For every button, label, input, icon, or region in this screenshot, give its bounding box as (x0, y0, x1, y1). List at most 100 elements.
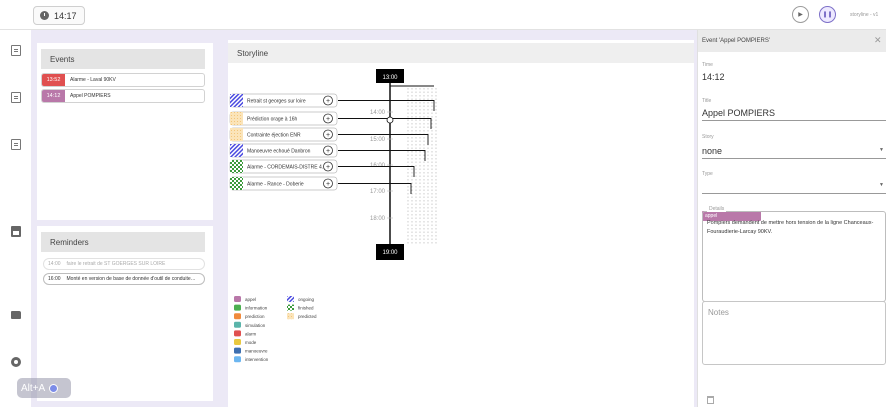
add-event-glyph: + (326, 116, 330, 123)
left-sidebar (0, 30, 31, 407)
legend-type-swatch (234, 296, 241, 302)
reminder-text: faire le retrait de ST GOERGES SUR LOIRE (66, 261, 166, 267)
timeline-start-label: 13:00 (382, 75, 398, 81)
details-text: Pompiers demandent de mettre hors tensio… (707, 220, 874, 235)
story-pattern-swatch (230, 112, 243, 125)
time-label: Time (702, 62, 713, 68)
legend-status-label: predicted (298, 314, 317, 319)
import-document-icon[interactable] (11, 92, 21, 103)
story-pattern-swatch (230, 128, 243, 141)
legend-type-label: mode (245, 340, 257, 345)
open-folder-icon[interactable] (11, 311, 21, 319)
title-field[interactable]: Appel POMPIERS (702, 108, 775, 118)
event-time: 13:52 (42, 74, 65, 86)
reminder-text: Monté en version de base de donnée d'out… (66, 276, 196, 282)
shortcut-icon (49, 383, 59, 393)
add-event-glyph: + (326, 164, 330, 171)
type-label: Type (702, 171, 713, 177)
reminders-title: Reminders (41, 232, 205, 252)
story-chevron-down-icon[interactable]: ▼ (879, 147, 884, 153)
add-event-glyph: + (326, 132, 330, 139)
legend-status-label: ongoing (298, 297, 315, 302)
type-chevron-down-icon[interactable]: ▼ (879, 182, 884, 188)
event-title: Appel POMPIERS (70, 93, 111, 99)
legend-status-swatch (287, 304, 294, 311)
reminder-item[interactable]: 14:00 faire le retrait de ST GOERGES SUR… (43, 258, 205, 270)
event-item[interactable]: 14:12 Appel POMPIERS (41, 89, 205, 103)
hour-tick-label: 17:00 (370, 189, 386, 195)
time-field[interactable]: 14:12 (702, 72, 725, 82)
legend-type-label: information (245, 306, 268, 311)
current-time: 14:17 (54, 10, 77, 21)
story-connector (338, 118, 432, 129)
event-detail-title: Event 'Appel POMPIERS' (698, 30, 886, 52)
current-time-chip[interactable]: 14:17 (33, 6, 85, 25)
story-label: Prédiction orage à 16h (247, 117, 298, 123)
legend-type-label: intervention (245, 357, 269, 362)
event-node (386, 116, 394, 124)
title-underline (702, 120, 886, 121)
story-pattern-swatch (230, 177, 243, 190)
events-panel: Events 13:52 Alarme - Laval 90KV 14:12 A… (37, 43, 213, 220)
top-bar: 14:17 ▶ ❚❚ storyline - v1 (0, 0, 886, 30)
play-icon: ▶ (798, 12, 803, 18)
story-label: Contrainte éjection ENR (247, 133, 301, 139)
export-pdf-icon[interactable] (11, 139, 21, 150)
settings-gear-icon[interactable] (11, 357, 21, 367)
add-event-glyph: + (326, 181, 330, 188)
story-connector (338, 100, 435, 111)
story-label: Retrait st georges sur loire (247, 99, 306, 105)
notes-textarea[interactable] (702, 301, 886, 365)
storyline-graph: 13:00 19:00 14:00 15:00 16:00 17:00 18:00 Retra… (229, 69, 437, 363)
legend-status-swatch (287, 296, 294, 302)
story-label: Story (702, 134, 714, 140)
story-label: Manoeuvre echoué Danbron (247, 149, 311, 155)
story-label: Alarme - CORDEMAIS-DISTRE 4… (247, 165, 327, 171)
story-pattern-swatch (230, 144, 243, 157)
events-title: Events (41, 49, 205, 69)
close-icon[interactable]: ✕ (874, 35, 882, 46)
details-label: Details (707, 206, 727, 212)
hour-tick-label: 14:00 (370, 110, 386, 116)
story-underline (702, 158, 886, 159)
add-event-glyph: + (326, 148, 330, 155)
legend-type-swatch (234, 330, 241, 337)
event-time: 14:12 (42, 90, 65, 102)
storyline-panel: Storyline 13:00 19:00 14:00 15:00 16:00 17:00… (228, 40, 694, 407)
reminder-item[interactable]: 16:00 Monté en version de base de donnée… (43, 273, 205, 285)
legend-type-swatch (234, 347, 241, 354)
alt-shortcut-badge[interactable]: Alt+A (17, 378, 71, 398)
story-select[interactable]: none (702, 146, 722, 156)
reminder-time: 14:00 (48, 261, 61, 267)
title-label: Title (702, 98, 712, 104)
event-item[interactable]: 13:52 Alarme - Laval 90KV (41, 73, 205, 87)
delete-trash-icon[interactable] (707, 396, 714, 404)
type-underline (702, 193, 886, 194)
clock-icon (40, 11, 49, 20)
save-icon[interactable] (11, 226, 21, 237)
legend-type-swatch (234, 356, 241, 363)
hour-tick-label: 16:00 (370, 163, 386, 169)
legend-type-swatch (234, 321, 241, 328)
legend-type-label: prediction (245, 314, 265, 319)
legend-type-label: manoeuvre (245, 349, 268, 354)
pause-icon: ❚❚ (822, 12, 833, 18)
new-document-icon[interactable] (11, 45, 21, 56)
timeline-end-label: 19:00 (382, 250, 398, 256)
hour-tick-label: 18:00 (370, 216, 386, 222)
play-button[interactable]: ▶ (792, 6, 809, 23)
event-detail-panel: Event 'Appel POMPIERS' ✕ Time 14:12 Titl… (697, 30, 886, 407)
app-version: storyline - v1 (850, 12, 879, 18)
story-pattern-swatch (230, 160, 243, 173)
story-pattern-swatch (230, 94, 243, 107)
legend-status-swatch (287, 313, 294, 320)
reminders-panel: Reminders 14:00 faire le retrait de ST G… (37, 226, 213, 401)
legend-type-swatch (234, 304, 241, 311)
notes-label: Notes (708, 308, 729, 317)
legend-status-label: finished (298, 306, 314, 311)
story-label: Alarme - Rance - Doberie (247, 182, 304, 188)
add-event-glyph: + (326, 98, 330, 105)
pause-button[interactable]: ❚❚ (819, 6, 836, 23)
legend-type-label: appel (245, 297, 256, 302)
event-title: Alarme - Laval 90KV (70, 77, 116, 83)
